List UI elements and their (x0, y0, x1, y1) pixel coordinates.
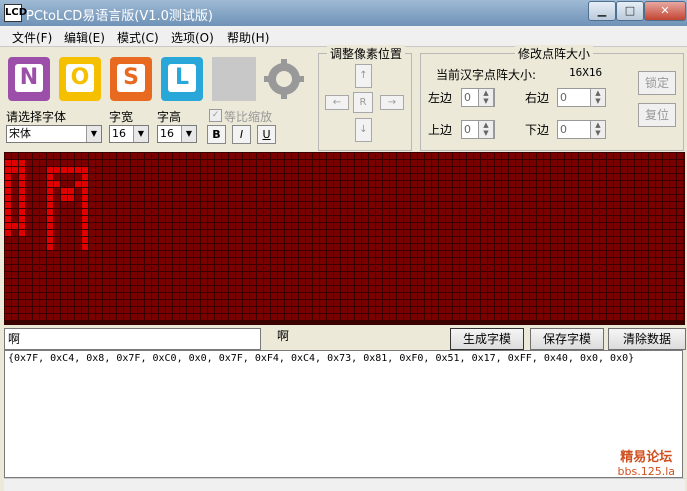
menu-edit[interactable]: 编辑(E) (64, 29, 105, 46)
close-button[interactable]: ✕ (644, 1, 686, 21)
logo-s-letter: S (117, 64, 145, 92)
menu-help[interactable]: 帮助(H) (227, 29, 269, 46)
watermark: 精易论坛 bbs.125.la (618, 451, 675, 479)
pixel-up-button[interactable]: ↑ (355, 64, 372, 88)
output-textarea[interactable]: {0x7F, 0xC4, 0x8, 0x7F, 0xC0, 0x0, 0x7F,… (4, 350, 683, 478)
generate-button[interactable]: 生成字模 (450, 328, 524, 350)
current-size-label: 当前汉字点阵大小: (436, 68, 537, 82)
font-width-select[interactable]: 16 ▼ (109, 125, 149, 143)
font-select[interactable]: 宋体 ▼ (6, 125, 102, 143)
matrix-size-title: 修改点阵大小 (515, 45, 594, 62)
font-width-label: 字宽 (109, 110, 134, 124)
char-preview: 啊 (277, 329, 290, 343)
top-margin-spinner[interactable]: ▲ ▼ (478, 120, 494, 139)
logo-o[interactable]: O (59, 57, 101, 101)
title-bar: LCD PCtoLCD易语言版(V1.0测试版) ▁ □ ✕ (0, 0, 687, 26)
chevron-down-icon: ▼ (86, 126, 101, 142)
bottom-margin-label: 下边 (525, 123, 550, 137)
font-height-select[interactable]: 16 ▼ (157, 125, 197, 143)
underline-button[interactable]: U (257, 125, 276, 144)
left-margin-spinner[interactable]: ▲ ▼ (478, 88, 494, 107)
font-width-value: 16 (112, 127, 126, 140)
save-button[interactable]: 保存字模 (530, 328, 604, 350)
logo-o-letter: O (66, 64, 94, 92)
horizontal-scrollbar[interactable] (4, 478, 685, 491)
pixel-right-button[interactable]: → (380, 95, 404, 110)
right-margin-label: 右边 (525, 91, 550, 105)
pixel-down-button[interactable]: ↓ (355, 118, 372, 142)
clear-button[interactable]: 清除数据 (608, 328, 686, 350)
pixel-left-button[interactable]: ← (325, 95, 349, 110)
logo-s[interactable]: S (110, 57, 152, 101)
menu-file[interactable]: 文件(F) (12, 29, 52, 46)
pixel-adjust-title: 调整像素位置 (327, 45, 406, 62)
italic-button[interactable]: I (232, 125, 251, 144)
right-margin-spinner[interactable]: ▲ ▼ (590, 88, 606, 107)
led-matrix[interactable] (4, 152, 685, 325)
bottom-margin-spinner[interactable]: ▲ ▼ (590, 120, 606, 139)
font-height-value: 16 (160, 127, 174, 140)
logo-l-letter: L (168, 64, 196, 92)
chevron-down-icon: ▼ (181, 126, 196, 142)
proportional-label: 等比缩放 (224, 110, 273, 124)
font-choose-label: 请选择字体 (6, 110, 67, 124)
char-input[interactable]: 啊 (4, 328, 261, 350)
minimize-button[interactable]: ▁ (588, 1, 616, 21)
menu-bar: 文件(F) 编辑(E) 模式(C) 选项(O) 帮助(H) (0, 26, 687, 47)
menu-options[interactable]: 选项(O) (171, 29, 214, 46)
window-title: PCtoLCD易语言版(V1.0测试版) (26, 9, 214, 24)
logo-n-letter: N (15, 64, 43, 92)
current-size-value: 16X16 (569, 66, 603, 79)
watermark-line1: 精易论坛 (620, 450, 673, 465)
left-margin-label: 左边 (428, 91, 453, 105)
gear-icon[interactable] (262, 57, 306, 101)
chevron-down-icon: ▼ (133, 126, 148, 142)
top-margin-label: 上边 (428, 123, 453, 137)
bottom-margin-input[interactable]: 0 (557, 120, 591, 139)
app-icon: LCD (4, 4, 27, 22)
lock-button[interactable]: 锁定 (638, 71, 676, 95)
bold-button[interactable]: B (207, 125, 226, 144)
preview-placeholder (212, 57, 256, 101)
logo-n[interactable]: N (8, 57, 50, 101)
menu-mode[interactable]: 模式(C) (117, 29, 159, 46)
proportional-checkbox[interactable]: ✓ (209, 109, 222, 122)
maximize-button[interactable]: □ (616, 1, 644, 21)
right-margin-input[interactable]: 0 (557, 88, 591, 107)
font-height-label: 字高 (157, 110, 182, 124)
watermark-line2: bbs.125.la (617, 465, 675, 478)
reset-size-button[interactable]: 复位 (638, 103, 676, 127)
logo-l[interactable]: L (161, 57, 203, 101)
pixel-reset-button[interactable]: R (353, 92, 373, 113)
font-select-value: 宋体 (9, 127, 31, 140)
